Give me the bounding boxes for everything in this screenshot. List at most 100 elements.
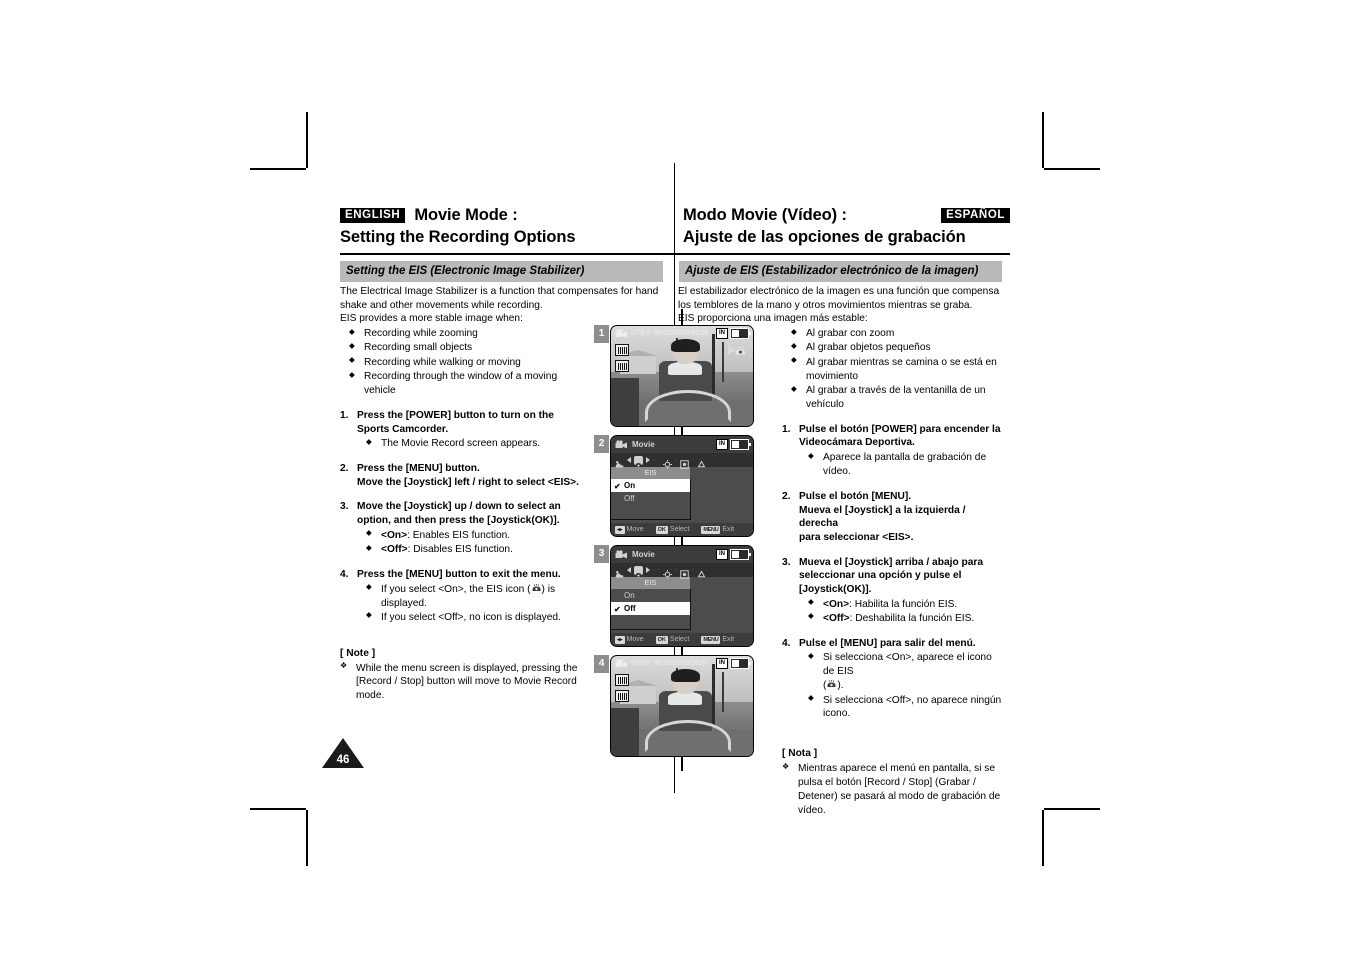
menu-footer: ◂▸ Move OK Select MENU Exit [611, 523, 753, 536]
list-item: Si selecciona <On>, aparece el icono de … [799, 651, 1004, 693]
movie-mode-icon [615, 329, 628, 338]
step-3-title-line2-es: seleccionar una opción y pulse el [Joyst… [799, 570, 962, 595]
chevron-right-icon[interactable] [646, 567, 650, 573]
dot-separator: · [675, 457, 677, 463]
focus-icon[interactable] [663, 566, 672, 579]
footer-exit: MENU Exit [701, 525, 735, 534]
step-4-bullet1-pre-en: If you select <On>, the EIS icon ( [381, 583, 531, 595]
footer-label: Select [669, 526, 690, 533]
utility-pole-2 [721, 672, 724, 712]
eis-menu-icon[interactable] [634, 455, 643, 467]
memory-indicator: IN [716, 658, 728, 669]
figure-4: 4 STBY 00:00:00/00:50:00 IN [594, 655, 754, 757]
menu-title-bar: Movie IN [611, 546, 753, 563]
crop-mark-bottom-left-h [250, 808, 306, 810]
footer-move: ◂▸ Move [615, 635, 644, 644]
option-label: On [624, 481, 636, 490]
eis-menu-icon[interactable] [634, 565, 643, 577]
footer-label: Exit [722, 526, 735, 533]
joystick-key-icon: ◂▸ [615, 635, 625, 644]
osd-top-bar: STBY 00:00:00/00:50:00 IN [611, 326, 753, 341]
list-item: Al grabar con zoom [782, 327, 1000, 341]
option-off-label-es: <Off> [823, 612, 850, 624]
page-title-en-line1: Movie Mode : [414, 206, 518, 224]
scene-icon[interactable] [615, 566, 624, 577]
option-off-text-en: : Disables EIS function. [407, 544, 513, 556]
chevron-left-icon[interactable] [627, 457, 631, 463]
chevron-right-icon[interactable] [646, 457, 650, 463]
dot-separator: · [653, 567, 655, 573]
step-3-bullets-es: <On>: Habilita la función EIS. <Off>: De… [799, 597, 1004, 626]
list-item: If you select <On>, the EIS icon () is d… [357, 582, 586, 611]
scene-icon[interactable] [615, 456, 624, 467]
lcd-screen: STBY 00:00:00/00:50:00 IN [610, 325, 754, 427]
footer-select: OK Select [655, 635, 690, 644]
figure-connector-top [681, 309, 683, 325]
step-4-es: Pulse el [MENU] para salir del menú. Si … [782, 637, 1004, 722]
quality-icon [615, 674, 629, 686]
figure-3: 3 Movie IN · · · · EIS On ✔ Off ◂▸ Move … [594, 545, 754, 647]
exposure-icon[interactable] [680, 456, 689, 469]
menu-screen: Movie IN · · · · [611, 436, 753, 536]
step-3-es: Mueva el [Joystick] arriba / abajo para … [782, 556, 1004, 626]
note-item: Mientras aparece el menú en pantalla, si… [782, 762, 1006, 818]
option-on-text-es: : Habilita la función EIS. [849, 598, 958, 610]
page-title-en-line2: Setting the Recording Options [340, 227, 576, 246]
step-4-title-es: Pulse el [MENU] para salir del menú. [799, 637, 976, 649]
option-off[interactable]: ✔ Off [611, 602, 690, 615]
option-on[interactable]: On [611, 589, 690, 602]
battery-icon [730, 328, 751, 339]
menu-icon-row[interactable]: · · · · [611, 453, 753, 469]
option-off-text-es: : Deshabilita la función EIS. [849, 612, 975, 624]
page-number: 46 [336, 754, 350, 766]
battery-icon [730, 439, 751, 450]
crop-mark-top-left-h [250, 168, 306, 170]
list-item: <On>: Habilita la función EIS. [799, 597, 1004, 612]
option-off[interactable]: Off [611, 492, 690, 505]
option-label: Off [624, 494, 635, 503]
footer-label: Select [669, 636, 690, 643]
step-4-bullet1-post-es: ). [837, 680, 844, 692]
osd-left-icons [615, 674, 629, 702]
step-1-es: Pulse el botón [POWER] para encender la … [782, 423, 1004, 479]
menu-key-icon: MENU [701, 635, 721, 644]
dot-separator: · [653, 457, 655, 463]
list-item: Al grabar objetos pequeños [782, 341, 1000, 355]
option-off-label-en: <Off> [381, 544, 408, 556]
foreground-shadow [611, 708, 640, 756]
crop-mark-bottom-right-v [1042, 810, 1044, 866]
osd-left-icons [615, 344, 629, 372]
dot-separator: · [692, 457, 694, 463]
footer-exit: MENU Exit [701, 635, 734, 644]
note-title-es: [ Nota ] [782, 748, 818, 760]
menu-screen: Movie IN · · · · [611, 546, 753, 646]
eis-icon [826, 680, 837, 689]
backlight-icon[interactable] [697, 566, 706, 577]
option-panel[interactable]: On ✔ Off [611, 589, 691, 630]
submenu-label: EIS [611, 467, 690, 479]
crop-mark-bottom-right-h [1044, 808, 1100, 810]
eis-icon [531, 583, 542, 593]
focus-icon[interactable] [663, 456, 672, 469]
movie-mode-icon [615, 550, 628, 559]
camcorder-live-view [611, 326, 753, 426]
option-on[interactable]: ✔ On [611, 479, 690, 492]
list-item: Recording through the window of a moving… [340, 370, 574, 398]
step-1-bullets-es: Aparece la pantalla de grabación de víde… [799, 451, 1004, 479]
chevron-left-icon[interactable] [627, 567, 631, 573]
list-item: <Off>: Deshabilita la función EIS. [799, 611, 1004, 626]
language-tag-spanish: ESPAÑOL [941, 207, 1010, 224]
step-2-title-line2-es: Mueva el [Joystick] a la izquierda / der… [799, 504, 966, 530]
benefits-list-es: Al grabar con zoom Al grabar objetos peq… [782, 327, 1000, 412]
backlight-icon[interactable] [697, 456, 706, 467]
figure-number: 3 [594, 545, 609, 563]
page-title-es-line1: Modo Movie (Vídeo) : [683, 206, 847, 224]
osd-status-right: IN [716, 328, 751, 339]
footer-label: Move [626, 636, 644, 643]
page-number-badge: 46 [322, 738, 364, 768]
page-title-es-line2: Ajuste de las opciones de grabación [683, 227, 966, 246]
option-panel[interactable]: ✔ On Off [611, 479, 691, 520]
submenu-label: EIS [611, 577, 690, 589]
exposure-icon[interactable] [680, 566, 689, 579]
menu-icon-row[interactable]: · · · · [611, 563, 753, 579]
